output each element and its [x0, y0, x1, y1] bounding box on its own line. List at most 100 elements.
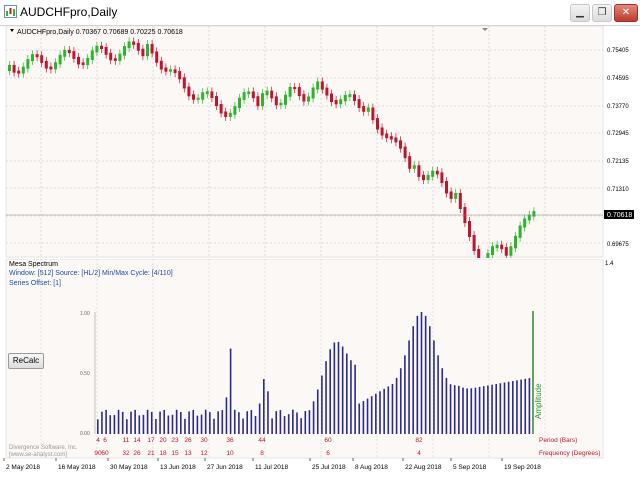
spectrum-bar: [146, 409, 149, 434]
spectrum-bar: [287, 414, 290, 434]
window-title: AUDCHFpro,Daily: [20, 5, 118, 19]
candle-body: [302, 94, 306, 102]
spectrum-bar: [209, 412, 211, 434]
spectrum-bar: [445, 377, 448, 434]
date-label: 5 Sep 2018: [453, 464, 487, 471]
candle-body: [426, 174, 430, 181]
candle-body: [187, 86, 191, 97]
minimize-button[interactable]: ▁: [570, 4, 590, 22]
candle-body: [44, 60, 48, 69]
spectrum-bar: [225, 397, 228, 434]
spectrum-bar: [221, 410, 224, 434]
spectrum-bar: [316, 389, 319, 434]
candle-body: [63, 49, 67, 57]
candle-body: [182, 77, 186, 89]
spectrum-bar: [275, 411, 278, 434]
date-axis: 2 May 2018 16 May 2018 30 May 2018 13 Jun 2…: [3, 458, 541, 471]
spectrum-bar: [254, 415, 257, 434]
recalc-button[interactable]: ReCalc: [8, 353, 44, 369]
spectrum-bar: [180, 412, 182, 434]
spectrum-bar: [121, 411, 124, 434]
spectrum-bar: [109, 415, 112, 434]
spectrum-bar: [391, 383, 394, 434]
spectrum-bar: [279, 410, 282, 434]
spectrum-bar: [101, 411, 103, 434]
indicator-name: Mesa Spectrum: [9, 261, 59, 268]
window-titlebar: AUDCHFpro,Daily ▁ ❐ ✕: [0, 0, 640, 26]
spectrum-bar: [97, 419, 99, 434]
spectrum-bar: [246, 411, 248, 434]
date-label: 27 Jun 2018: [207, 464, 243, 471]
period-label: Period (Bars): [539, 437, 577, 444]
candle-body: [123, 46, 126, 56]
period-value: 36: [226, 437, 234, 444]
spectrum-chart[interactable]: 1.00 0.50 0.00 Amplitude 1.4 4 6 11 14 17 20 2…: [0, 259, 640, 459]
candle-body: [118, 53, 122, 61]
spectrum-bar: [441, 368, 444, 434]
candle-body: [518, 225, 522, 238]
period-value: 20: [159, 437, 167, 444]
current-price-label: 0.70618: [607, 212, 632, 219]
period-value: 82: [415, 437, 423, 444]
spectrum-bar: [117, 409, 120, 434]
frequency-value: 15: [171, 450, 179, 457]
restore-button[interactable]: ❐: [592, 4, 612, 22]
spectrum-bar: [258, 403, 261, 434]
candle-body: [265, 90, 269, 96]
candle-body: [449, 191, 453, 199]
spectrum-bar: [184, 418, 186, 434]
spectrum-bar: [296, 412, 298, 434]
candle-body: [164, 67, 168, 72]
frequency-value: 8: [260, 450, 264, 457]
frequency-value: 6: [326, 450, 330, 457]
candle-body: [242, 92, 246, 100]
spectrum-bar: [192, 409, 195, 434]
candle-body: [380, 127, 384, 136]
candle-body: [247, 91, 251, 95]
period-value: 4: [96, 437, 100, 444]
scale-top-label: 1.4: [605, 261, 614, 267]
spectrum-bar: [163, 409, 165, 434]
candle-body: [90, 50, 94, 60]
amplitude-label: Amplitude: [534, 383, 543, 419]
candle-body: [366, 107, 370, 112]
spectrum-bar: [155, 419, 157, 434]
candle-body: [146, 44, 149, 57]
close-button[interactable]: ✕: [614, 4, 638, 22]
candle-body: [371, 107, 375, 121]
candle-body: [58, 54, 62, 65]
spectrum-bar: [217, 411, 219, 434]
spectrum-bar: [524, 378, 527, 434]
spectrum-bar: [113, 415, 116, 434]
spectrum-bar: [495, 383, 497, 434]
price-level-label: 0.73770: [607, 104, 629, 110]
candle-body: [72, 51, 76, 59]
candle-body: [435, 170, 439, 175]
candle-body: [228, 112, 232, 117]
frequency-value: 60: [101, 450, 109, 457]
price-level-label: 0.75405: [607, 48, 629, 54]
candle-body: [472, 235, 476, 251]
candle-body: [224, 111, 228, 117]
date-label: 19 Sep 2018: [504, 464, 541, 471]
frequency-value: 32: [122, 450, 130, 457]
frequency-value: 10: [226, 450, 234, 457]
spectrum-bar: [130, 411, 132, 434]
candle-body: [67, 49, 71, 54]
candle-body: [293, 86, 297, 90]
y-tick-label: 0.50: [80, 371, 90, 377]
spectrum-bar: [453, 385, 456, 434]
price-chart[interactable]: AUDCHFpro,Daily 0.70367 0.70689 0.70225 …: [0, 26, 640, 258]
candle-body: [320, 81, 324, 90]
candle-body: [504, 247, 508, 256]
spectrum-bar: [105, 409, 107, 434]
spectrum-bar: [395, 377, 398, 434]
candle-body: [422, 174, 425, 181]
spectrum-bar: [458, 385, 460, 434]
series-offset: Series Offset: [1]: [9, 280, 62, 287]
candle-body: [81, 62, 85, 66]
candle-body: [155, 51, 159, 63]
candle-body: [150, 44, 154, 54]
mesa-spectrum-panel: 1.00 0.50 0.00 Amplitude 1.4 4 6 11 14 17 20 2…: [0, 259, 640, 459]
spectrum-bar: [404, 355, 406, 434]
